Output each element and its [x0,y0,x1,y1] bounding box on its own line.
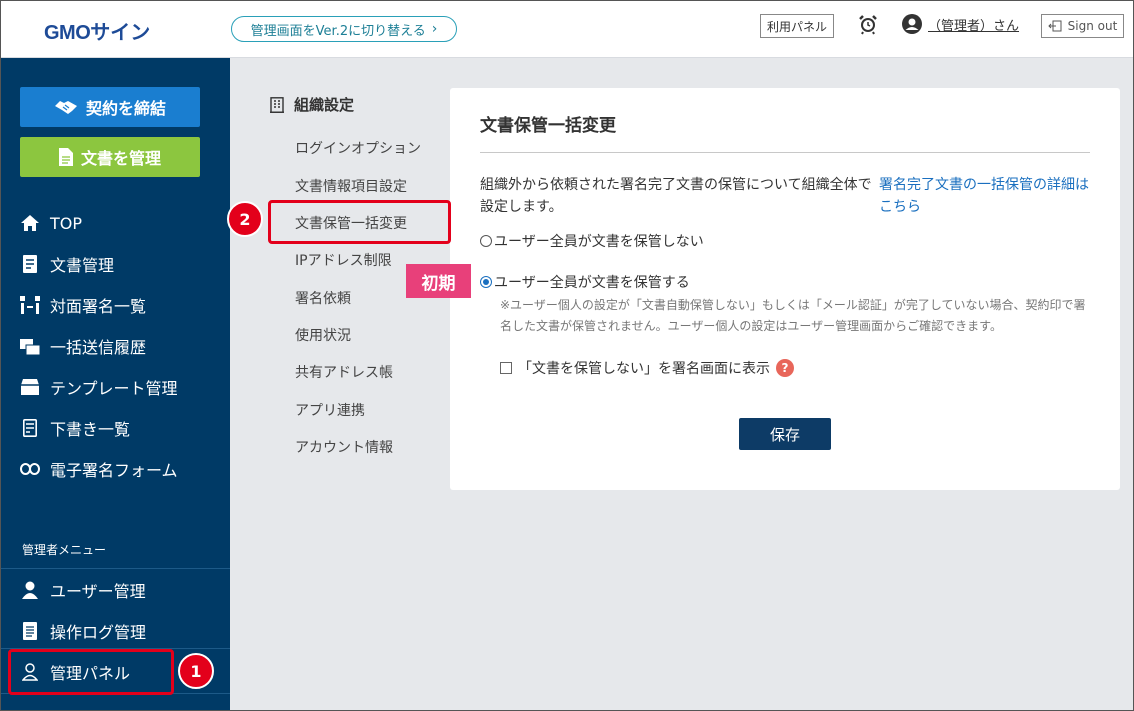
show-no-store-label: 「文書を保管しない」を署名画面に表示 [518,361,770,377]
document-list-icon [20,254,40,274]
option-store[interactable]: ユーザー全員が文書を保管する [480,272,690,292]
version-switch-label: 管理画面をVer.2に切り替える [250,23,426,39]
logo-prefix: GMO [44,22,91,44]
sidebar-item-label: 下書き一覧 [50,420,131,439]
sidebar-item-label: 電子署名フォーム [50,461,178,480]
sidebar-item-label: 一括送信履歴 [50,338,147,357]
alarm-clock-icon[interactable] [857,13,879,35]
submenu-item-shared-address-book[interactable]: 共有アドレス帳 [295,362,393,382]
step-badge-1: 1 [178,653,214,689]
sidebar-item-label: 操作ログ管理 [50,623,147,642]
sidebar-divider [0,568,230,569]
top-header: GMOサイン 管理画面をVer.2に切り替える › 利用パネル （管理者）さん … [0,0,1134,58]
sidebar-item-label: 対面署名一覧 [50,297,147,316]
link-icon [20,459,40,479]
draft-icon [20,418,40,438]
help-icon[interactable]: ? [776,359,794,377]
option-no-store[interactable]: ユーザー全員が文書を保管しない [480,231,704,251]
bulk-storage-panel: 文書保管一括変更 組織外から依頼された署名完了文書の保管について組織全体で設定し… [450,88,1120,490]
sidebar-item-label: ユーザー管理 [50,582,146,601]
highlight-box-bulk-storage-change [268,200,451,244]
sign-out-button[interactable]: Sign out [1041,14,1124,38]
sign-out-label: Sign out [1067,19,1118,33]
step-badge-2: 2 [227,201,263,237]
details-link[interactable]: 署名完了文書の一括保管の詳細はこちら [879,174,1099,218]
sign-contract-label: 契約を締結 [85,99,166,118]
sign-contract-button[interactable]: 契約を締結 [20,87,200,127]
bulk-send-icon [20,336,40,356]
show-no-store-checkbox[interactable] [500,362,512,374]
sign-out-icon [1047,20,1062,32]
handshake-icon [54,101,77,114]
radio-store[interactable] [480,276,492,288]
building-icon [270,96,284,113]
user-name-link[interactable]: （管理者）さん [928,15,1019,34]
sidebar-item-face-to-face-signing[interactable]: 対面署名一覧 [20,294,146,316]
initial-setting-tag: 初期 [406,264,471,298]
sidebar: 契約を締結 文書を管理 TOP 文書管理 対面署名一覧 一括送信履歴 テンプレー… [0,58,230,711]
sidebar-item-e-signature-form[interactable]: 電子署名フォーム [20,458,178,480]
face-to-face-icon [20,295,40,315]
submenu-item-usage[interactable]: 使用状況 [295,325,351,345]
highlight-box-admin-panel [8,649,174,695]
submenu-item-app-integration[interactable]: アプリ連携 [295,400,365,420]
submenu-item-ip-restriction[interactable]: IPアドレス制限 [295,250,392,270]
description-text: 組織外から依頼された署名完了文書の保管について組織全体で設定します。 [480,177,872,215]
option-store-label: ユーザー全員が文書を保管する [494,275,690,291]
user-avatar-icon[interactable] [902,14,922,34]
document-icon [58,148,73,166]
template-icon [20,377,40,397]
page-title: 文書保管一括変更 [480,116,616,136]
sidebar-item-label: 文書管理 [50,256,115,275]
save-button[interactable]: 保存 [739,418,831,450]
sidebar-item-drafts[interactable]: 下書き一覧 [20,417,130,439]
sidebar-item-document-management[interactable]: 文書管理 [20,253,114,275]
user-icon [20,580,40,600]
submenu-item-account-info[interactable]: アカウント情報 [295,437,393,457]
home-icon [20,213,40,233]
manage-documents-button[interactable]: 文書を管理 [20,137,200,177]
option-no-store-label: ユーザー全員が文書を保管しない [494,234,704,250]
sidebar-item-label: TOP [50,213,83,233]
admin-menu-heading: 管理者メニュー [22,543,107,557]
sidebar-item-operation-log[interactable]: 操作ログ管理 [20,620,146,642]
submenu-item-login-options[interactable]: ログインオプション [295,138,421,158]
submenu-title: 組織設定 [294,96,355,114]
sidebar-item-template-management[interactable]: テンプレート管理 [20,376,178,398]
sidebar-item-user-management[interactable]: ユーザー管理 [20,579,146,601]
version-switch-button[interactable]: 管理画面をVer.2に切り替える › [231,16,457,42]
submenu-item-signature-request[interactable]: 署名依頼 [295,288,351,308]
log-icon [20,621,40,641]
chevron-right-icon: › [431,21,438,37]
submenu-item-document-info-settings[interactable]: 文書情報項目設定 [295,176,407,196]
logo-suffix: サイン [90,20,151,44]
sidebar-item-top[interactable]: TOP [20,212,82,234]
submenu-heading: 組織設定 [270,94,354,115]
sidebar-item-bulk-send-history[interactable]: 一括送信履歴 [20,335,146,357]
manage-documents-label: 文書を管理 [80,149,161,168]
sidebar-item-label: テンプレート管理 [50,379,178,398]
usage-panel-button[interactable]: 利用パネル [760,14,834,38]
radio-no-store[interactable] [480,235,492,247]
gmo-sign-logo[interactable]: GMOサイン [44,16,150,45]
storage-note: ※ユーザー個人の設定が「文書自動保管しない」もしくは「メール認証」が完了していな… [500,298,1086,333]
title-divider [480,152,1090,153]
show-no-store-option[interactable]: 「文書を保管しない」を署名画面に表示 ? [500,358,794,378]
